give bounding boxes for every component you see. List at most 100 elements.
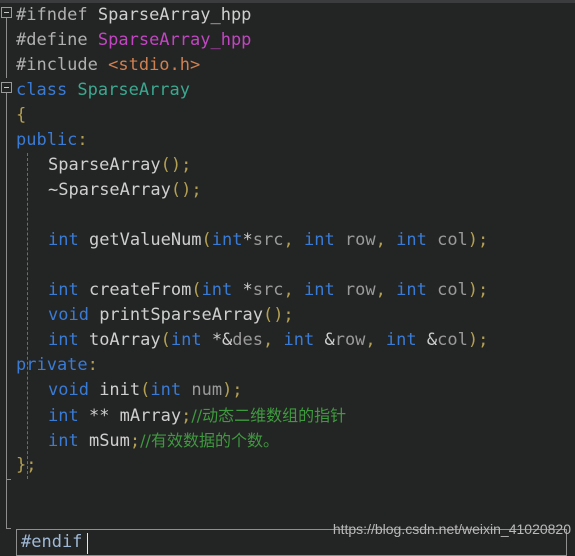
code-token: SparseArray: [77, 80, 191, 100]
code-line[interactable]: #define SparseArray_hpp: [0, 28, 575, 53]
code-token: int: [48, 280, 89, 300]
code-token: ,: [283, 230, 304, 250]
code-token: int: [150, 380, 192, 400]
code-token: ();: [160, 155, 192, 175]
code-token: #define: [16, 30, 98, 50]
code-token: SparseArray_hpp: [97, 5, 252, 25]
code-text-area[interactable]: #ifndef SparseArray_hpp #define SparseArr…: [0, 3, 575, 553]
code-line[interactable]: {: [0, 103, 575, 128]
code-token: );: [222, 380, 243, 400]
code-line[interactable]: void printSparseArray();: [0, 303, 575, 328]
text-caret: [87, 533, 88, 554]
code-token: );: [467, 330, 489, 350]
code-token: src: [252, 280, 284, 300]
code-token: );: [467, 230, 489, 250]
code-token: ~: [48, 180, 59, 200]
code-line[interactable]: [0, 253, 575, 278]
code-line[interactable]: SparseArray();: [0, 153, 575, 178]
code-token: (: [191, 280, 202, 300]
code-token: *&: [211, 330, 233, 350]
code-token: **: [88, 406, 120, 426]
endif-line-text: #endif: [21, 532, 83, 552]
code-token: ;: [181, 406, 192, 426]
code-editor-window: #ifndef SparseArray_hpp #define SparseArr…: [0, 0, 575, 556]
code-token: int: [283, 330, 325, 350]
code-token: ,: [263, 330, 284, 350]
code-token: des: [232, 330, 264, 350]
code-line[interactable]: int mSum;//有效数据的个数。: [0, 428, 575, 453]
code-token: num: [191, 380, 223, 400]
code-line[interactable]: private:: [0, 353, 575, 378]
code-token: int: [48, 406, 89, 426]
code-token: ();: [170, 180, 202, 200]
code-token: (: [160, 330, 171, 350]
code-token: ,: [375, 230, 397, 250]
code-token: createFrom: [88, 280, 192, 300]
code-token: int: [303, 230, 345, 250]
code-line[interactable]: [0, 478, 575, 503]
code-line[interactable]: class SparseArray: [0, 78, 575, 103]
code-token: SparseArray: [58, 180, 171, 200]
code-token: int: [48, 330, 89, 350]
code-token: SparseArray: [48, 155, 161, 175]
code-token: void: [48, 380, 100, 400]
code-token: int: [48, 230, 89, 250]
code-token: ,: [283, 280, 304, 300]
code-token: col: [437, 280, 468, 300]
code-token: );: [467, 280, 489, 300]
code-token: int: [48, 431, 89, 451]
code-token: int: [396, 230, 438, 250]
code-token: <stdio.h>: [108, 55, 201, 75]
code-token: getValueNum: [88, 230, 202, 250]
code-token: int: [385, 330, 427, 350]
code-token: toArray: [88, 330, 161, 350]
code-token: mSum: [88, 431, 130, 451]
code-token: #ifndef: [16, 5, 98, 25]
code-token: SparseArray_hpp: [97, 30, 252, 50]
code-token: init: [99, 380, 141, 400]
code-token: public: [16, 130, 78, 150]
code-token: ,: [365, 330, 386, 350]
code-token: ,: [375, 280, 397, 300]
code-token: int: [170, 330, 212, 350]
code-token: row: [344, 280, 376, 300]
code-token: int: [201, 280, 243, 300]
code-token: row: [344, 230, 376, 250]
code-token: ;: [129, 431, 141, 451]
code-line[interactable]: int createFrom(int *src, int row, int co…: [0, 278, 575, 303]
code-token: };: [16, 455, 37, 475]
code-token: &: [426, 330, 438, 350]
code-token: #include: [16, 55, 109, 75]
code-line[interactable]: };: [0, 453, 575, 478]
code-line[interactable]: int ** mArray;//动态二维数组的指针: [0, 403, 575, 428]
code-token: :: [87, 355, 98, 375]
csdn-watermark: https://blog.csdn.net/weixin_41020820: [332, 521, 571, 537]
code-token: col: [437, 230, 468, 250]
code-line[interactable]: public:: [0, 128, 575, 153]
code-token: int: [211, 230, 243, 250]
code-token: //有效数据的个数。: [140, 431, 279, 450]
code-line[interactable]: ~SparseArray();: [0, 178, 575, 203]
code-token: &: [324, 330, 335, 350]
code-token: {: [16, 105, 27, 125]
code-token: ();: [262, 305, 294, 325]
code-line[interactable]: int toArray(int *&des, int &row, int &co…: [0, 328, 575, 353]
code-token: class: [16, 80, 78, 100]
code-token: row: [334, 330, 366, 350]
editor-viewport[interactable]: #ifndef SparseArray_hpp #define SparseArr…: [0, 3, 575, 556]
code-line[interactable]: #ifndef SparseArray_hpp: [0, 3, 575, 28]
code-line[interactable]: [0, 203, 575, 228]
code-line[interactable]: #include <stdio.h>: [0, 53, 575, 78]
code-token: (: [201, 230, 212, 250]
code-line[interactable]: void init(int num);: [0, 378, 575, 403]
code-token: private: [16, 355, 88, 375]
code-token: //动态二维数组的指针: [191, 406, 347, 425]
code-token: src: [252, 230, 284, 250]
code-token: col: [437, 330, 468, 350]
code-token: *: [242, 230, 253, 250]
code-line[interactable]: int getValueNum(int*src, int row, int co…: [0, 228, 575, 253]
code-token: int: [303, 280, 345, 300]
code-token: printSparseArray: [99, 305, 263, 325]
code-token: :: [77, 130, 88, 150]
code-token: int: [396, 280, 438, 300]
